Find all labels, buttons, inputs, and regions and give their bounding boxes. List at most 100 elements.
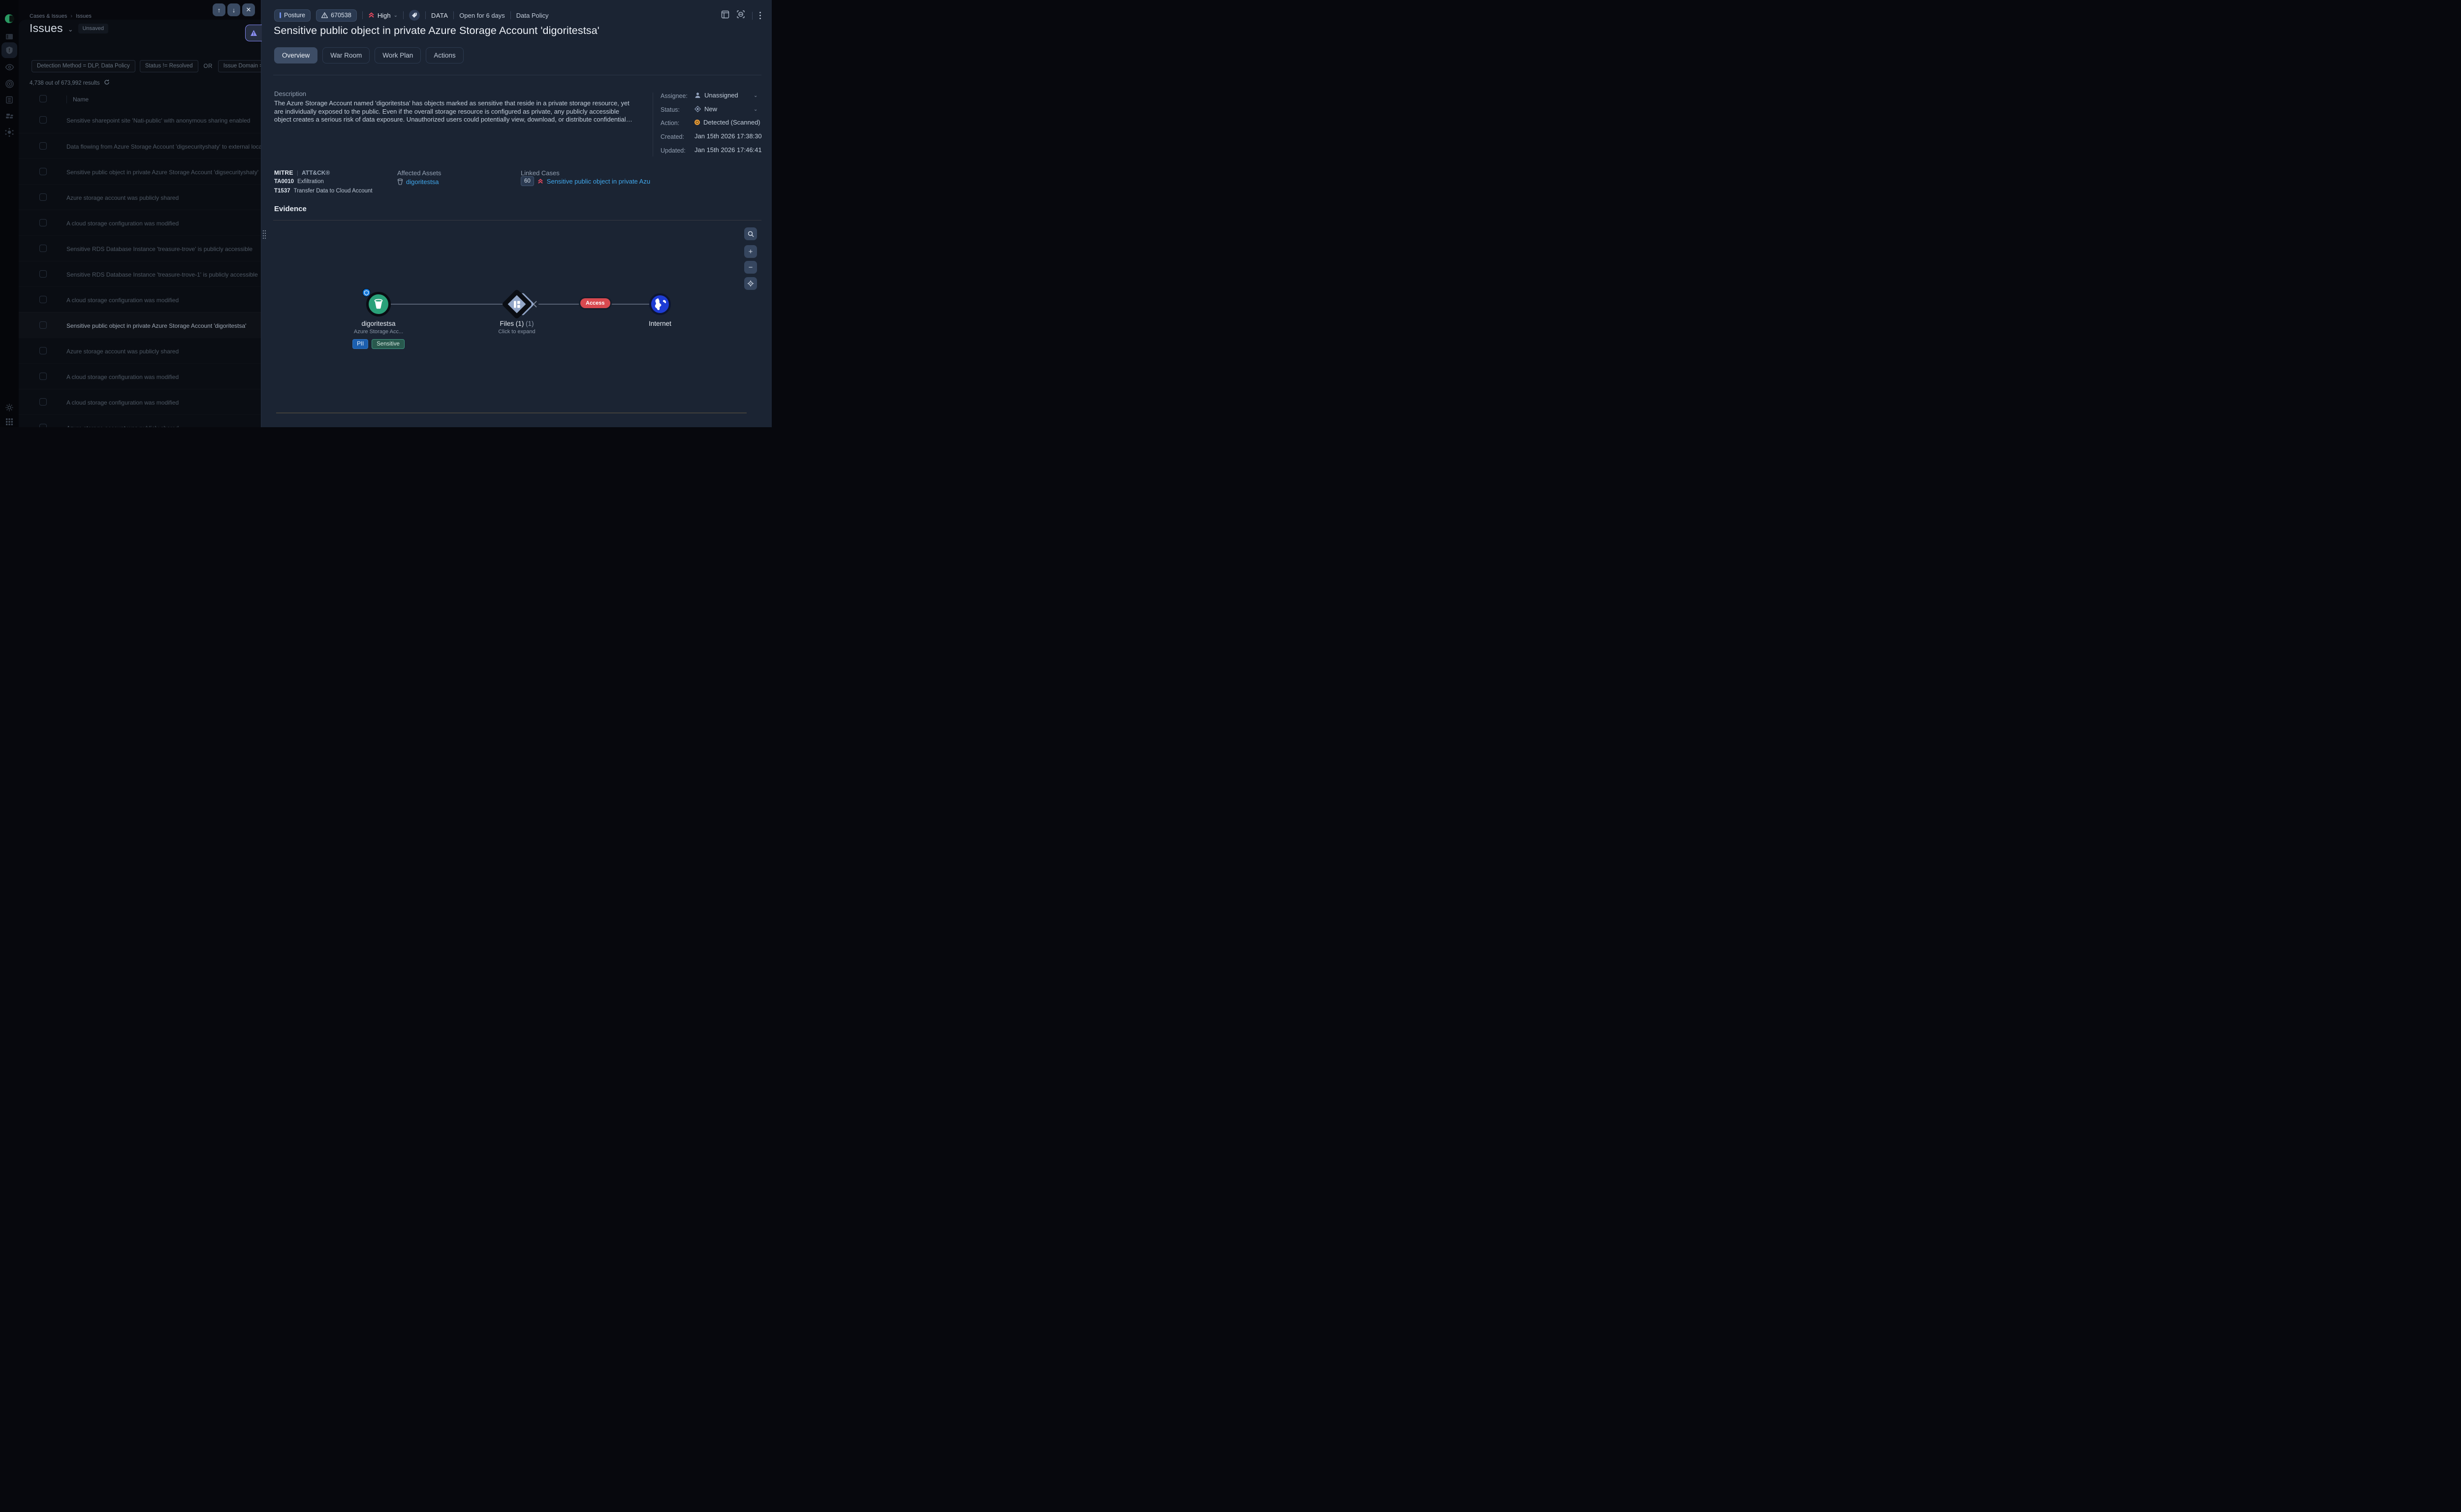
table-row[interactable]: Sensitive sharepoint site 'Nati-public' … [19, 107, 261, 133]
network-icon[interactable] [3, 126, 15, 138]
tab-work-plan[interactable]: Work Plan [375, 47, 421, 63]
apps-grid-icon[interactable] [3, 416, 15, 428]
header-divider [453, 11, 454, 19]
tab-overview[interactable]: Overview [274, 47, 317, 63]
table-row[interactable]: Data flowing from Azure Storage Account … [19, 133, 261, 158]
evidence-bottom-divider [276, 412, 747, 413]
assignee-chevron-down-icon[interactable]: ⌄ [754, 93, 757, 98]
assignee-value[interactable]: Unassigned [694, 92, 738, 99]
affected-assets-label: Affected Assets [397, 169, 441, 177]
detected-status-icon [694, 120, 700, 125]
center-graph-button[interactable] [744, 277, 757, 290]
zoom-out-button[interactable]: − [744, 261, 757, 274]
row-checkbox[interactable] [39, 424, 47, 427]
issue-side-tab[interactable] [245, 25, 262, 41]
header-divider [403, 11, 404, 19]
title-chevron-down-icon[interactable]: ⌄ [68, 26, 73, 33]
sensitive-tag[interactable]: Sensitive [372, 339, 405, 349]
row-checkbox[interactable] [39, 142, 47, 150]
dashboard-icon[interactable] [3, 31, 15, 42]
evidence-heading: Evidence [274, 205, 307, 213]
issue-id-badge[interactable]: 670538 [316, 9, 357, 22]
pii-tag[interactable]: PII [352, 339, 368, 349]
node-label-storage[interactable]: digoritestsa [329, 320, 428, 327]
filter-chip-detection-method[interactable]: Detection Method = DLP, Data Policy [32, 60, 135, 72]
action-label: Action: [661, 120, 679, 126]
refresh-icon[interactable] [104, 79, 110, 87]
tab-actions[interactable]: Actions [426, 47, 463, 63]
row-title: Azure storage account was publicly share… [66, 425, 261, 427]
zoom-in-button[interactable]: + [744, 245, 757, 258]
table-row[interactable]: Azure storage account was publicly share… [19, 414, 261, 427]
evidence-search-button[interactable] [744, 227, 757, 240]
panel-resize-handle[interactable] [262, 229, 266, 242]
issues-shield-alert-icon[interactable] [3, 44, 15, 56]
radar-icon[interactable] [3, 78, 15, 90]
row-checkbox[interactable] [39, 398, 47, 406]
status-chevron-down-icon[interactable]: ⌄ [754, 107, 757, 112]
table-row[interactable]: A cloud storage configuration was modifi… [19, 389, 261, 414]
blocks-icon[interactable] [3, 110, 15, 122]
select-all-checkbox[interactable] [39, 95, 47, 102]
previous-issue-button[interactable]: ↑ [213, 3, 225, 16]
posture-badge[interactable]: Posture [274, 9, 311, 22]
close-panel-button[interactable]: ✕ [242, 3, 255, 16]
row-checkbox[interactable] [39, 321, 47, 329]
row-checkbox[interactable] [39, 168, 47, 175]
category-tag-icon [409, 10, 420, 21]
node-label-internet[interactable]: Internet [611, 320, 709, 327]
severity-chevron-down-icon: ⌄ [394, 13, 398, 18]
node-label-files[interactable]: Files (1) (1) [468, 320, 566, 327]
column-header-name[interactable]: Name [66, 95, 89, 103]
table-row[interactable]: A cloud storage configuration was modifi… [19, 363, 261, 389]
case-severity-high-icon [537, 178, 543, 185]
row-checkbox[interactable] [39, 219, 47, 226]
filter-chip-issue-domain[interactable]: Issue Domain = [218, 60, 261, 72]
case-link[interactable]: Sensitive public object in private Azu [547, 178, 650, 185]
orca-logo-icon[interactable] [3, 13, 15, 25]
header-divider [510, 11, 511, 19]
eye-icon[interactable] [3, 61, 15, 73]
row-checkbox[interactable] [39, 193, 47, 201]
breadcrumb-parent[interactable]: Cases & Issues [30, 13, 67, 19]
row-checkbox[interactable] [39, 245, 47, 252]
mitre-technique[interactable]: T1537Transfer Data to Cloud Account [274, 188, 373, 194]
table-row-selected[interactable]: Sensitive public object in private Azure… [19, 312, 261, 338]
table-row[interactable]: A cloud storage configuration was modifi… [19, 286, 261, 312]
scan-focus-icon[interactable] [736, 10, 745, 21]
kebab-menu-icon[interactable] [759, 12, 761, 19]
access-edge-badge[interactable]: Access [580, 298, 610, 308]
table-row[interactable]: Sensitive RDS Database Instance 'treasur… [19, 235, 261, 261]
row-title: Azure storage account was publicly share… [66, 194, 261, 201]
alert-triangle-icon [321, 12, 328, 18]
internet-node[interactable] [649, 293, 671, 315]
node-sublabel-files[interactable]: Click to expand [468, 329, 566, 335]
severity-dropdown[interactable]: High ⌄ [368, 12, 398, 19]
filter-chip-status[interactable]: Status != Resolved [140, 60, 198, 72]
table-row[interactable]: Azure storage account was publicly share… [19, 184, 261, 210]
issues-list-panel: Cases & Issues › Issues Issues ⌄ Unsaved… [19, 0, 261, 427]
table-row[interactable]: Sensitive RDS Database Instance 'treasur… [19, 261, 261, 286]
row-checkbox[interactable] [39, 116, 47, 124]
status-new-icon [694, 106, 701, 112]
row-checkbox[interactable] [39, 347, 47, 354]
affected-asset-link[interactable]: digoritestsa [397, 178, 439, 186]
row-checkbox[interactable] [39, 270, 47, 278]
mitre-tactic[interactable]: TA0010Exfiltration [274, 179, 324, 185]
inventory-icon[interactable] [3, 94, 15, 106]
row-checkbox[interactable] [39, 373, 47, 380]
tab-war-room[interactable]: War Room [322, 47, 370, 63]
table-row[interactable]: Sensitive public object in private Azure… [19, 158, 261, 184]
linked-case[interactable]: 60 Sensitive public object in private Az… [521, 176, 760, 186]
data-tags: PII Sensitive [329, 339, 428, 349]
storage-account-node[interactable] [366, 292, 391, 316]
row-checkbox[interactable] [39, 296, 47, 303]
files-node[interactable] [497, 284, 536, 324]
layout-panel-icon[interactable] [721, 10, 729, 21]
status-value[interactable]: New [694, 105, 717, 113]
table-row[interactable]: Azure storage account was publicly share… [19, 338, 261, 363]
next-issue-button[interactable]: ↓ [227, 3, 240, 16]
breadcrumb-separator-icon: › [70, 13, 72, 19]
table-row[interactable]: A cloud storage configuration was modifi… [19, 210, 261, 235]
gear-icon[interactable] [3, 402, 15, 413]
